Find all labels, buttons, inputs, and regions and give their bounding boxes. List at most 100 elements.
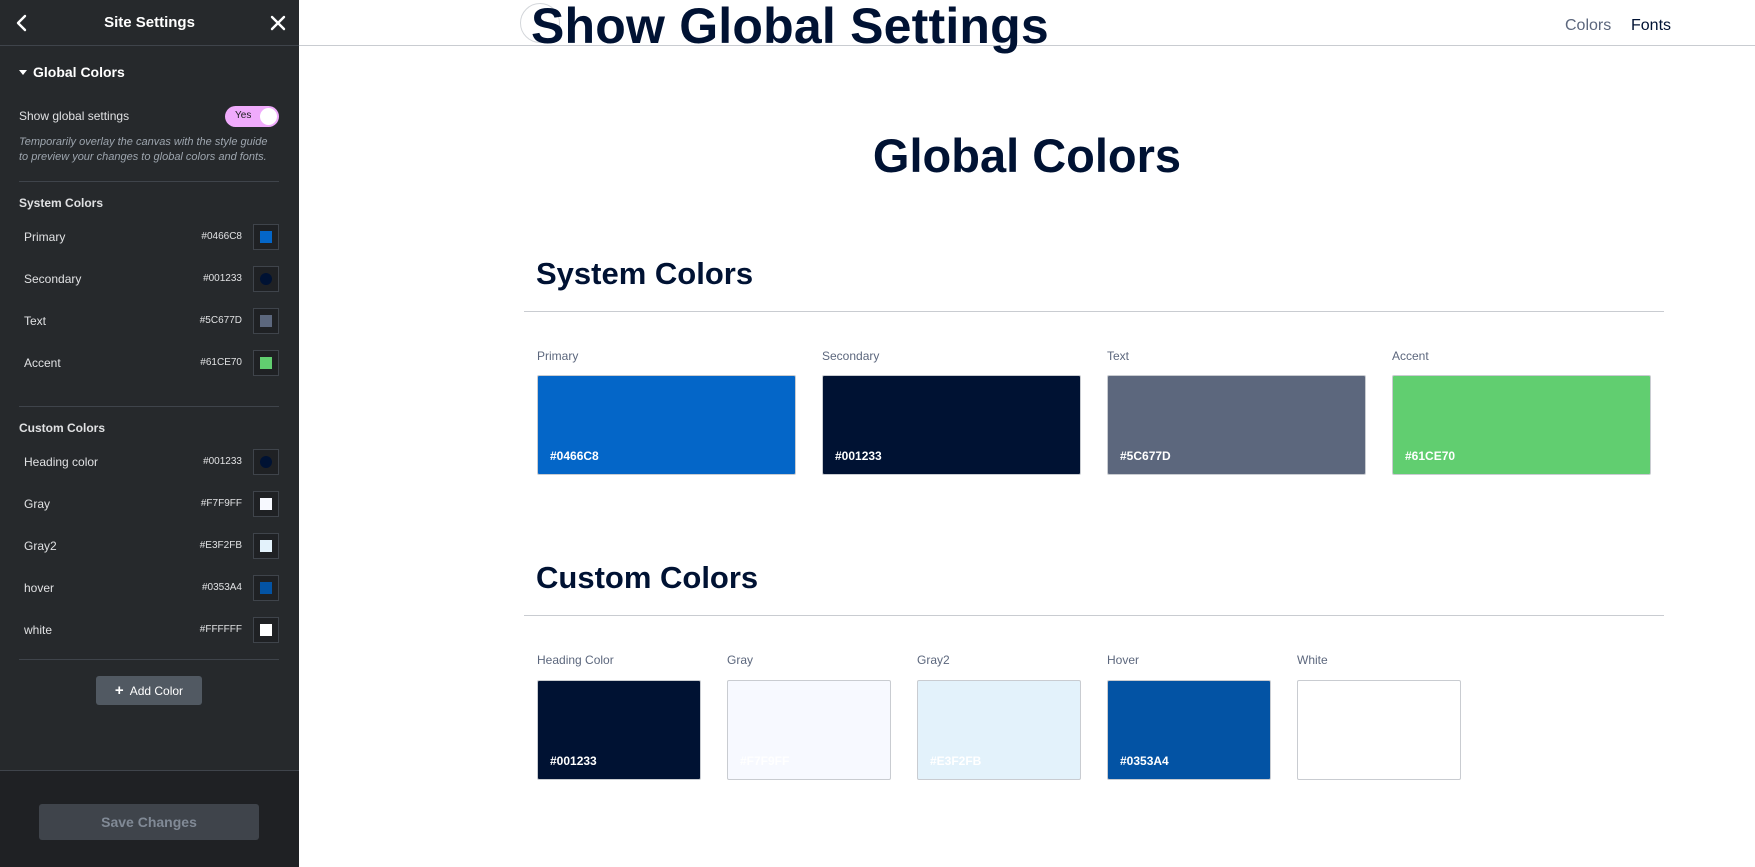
system-color-row[interactable]: Secondary #001233: [19, 264, 279, 294]
color-swatch: [260, 456, 272, 468]
color-card: #0466C8: [537, 375, 796, 475]
color-name: Accent: [24, 356, 61, 370]
color-card-hex: #F7F9FF: [740, 754, 790, 768]
divider: [524, 311, 1664, 312]
color-hex: #61CE70: [200, 357, 242, 368]
style-guide-header: Show Global Settings Colors Fonts: [299, 0, 1755, 54]
color-card-label: Text: [1107, 349, 1130, 363]
color-picker-button[interactable]: [253, 533, 279, 559]
plus-icon: +: [114, 682, 124, 699]
color-card-hex: #001233: [550, 754, 597, 768]
color-name: Text: [24, 314, 47, 328]
color-picker-button[interactable]: [253, 266, 279, 292]
color-card: #001233: [537, 680, 701, 780]
close-icon[interactable]: [268, 13, 288, 33]
color-name: white: [24, 623, 53, 637]
color-hex: #0466C8: [201, 231, 242, 242]
color-card: #E3F2FB: [917, 680, 1081, 780]
color-name: Secondary: [24, 272, 82, 286]
divider: [19, 659, 279, 660]
color-card-label: Accent: [1392, 349, 1429, 363]
site-settings-panel: Site Settings Global Colors Show global …: [0, 0, 299, 867]
switch-knob: [260, 108, 277, 125]
color-hex: #E3F2FB: [199, 540, 242, 551]
system-colors-title: System Colors: [19, 196, 104, 210]
color-swatch: [260, 498, 272, 510]
preview-canvas: Show Global Settings Colors Fonts Global…: [299, 0, 1755, 867]
switch-state-label: Yes: [235, 110, 252, 121]
color-hex: #F7F9FF: [200, 498, 242, 509]
custom-color-row[interactable]: Gray #F7F9FF: [19, 489, 279, 519]
color-name: Gray2: [24, 539, 57, 553]
custom-colors-title: Custom Colors: [19, 421, 106, 435]
color-card-hex: #5C677D: [1120, 449, 1171, 463]
color-card-hex: #61CE70: [1405, 449, 1456, 463]
add-color-label: Add Color: [129, 683, 184, 698]
custom-color-row[interactable]: Heading color #001233: [19, 447, 279, 477]
color-card-hex: #0466C8: [550, 449, 599, 463]
section-title: Global Colors: [33, 64, 125, 80]
color-swatch: [260, 231, 272, 243]
color-card: #F7F9FF: [727, 680, 891, 780]
custom-colors-heading: Custom Colors: [536, 560, 759, 595]
caret-down-icon: [19, 69, 27, 75]
system-color-row[interactable]: Primary #0466C8: [19, 222, 279, 252]
page-title: Show Global Settings: [531, 0, 1049, 54]
color-hex: #5C677D: [199, 315, 242, 326]
help-text: Temporarily overlay the canvas with the …: [19, 136, 268, 163]
color-card-label: Primary: [537, 349, 579, 363]
color-hex: #FFFFFF: [199, 624, 242, 635]
nav-colors-link[interactable]: Colors: [1565, 17, 1611, 35]
color-picker-button[interactable]: [253, 449, 279, 475]
color-card-label: White: [1297, 653, 1328, 667]
color-picker-button[interactable]: [253, 350, 279, 376]
add-color-button[interactable]: + Add Color: [96, 676, 202, 705]
color-card-hex: #FFFFFF: [1310, 754, 1361, 768]
color-picker-button[interactable]: [253, 617, 279, 643]
system-colors-heading: System Colors: [536, 256, 754, 291]
show-global-settings-switch[interactable]: Yes: [225, 106, 279, 127]
color-card-label: Hover: [1107, 653, 1140, 667]
color-swatch: [260, 315, 272, 327]
color-name: Heading color: [24, 455, 99, 469]
color-card: #001233: [822, 375, 1081, 475]
color-picker-button[interactable]: [253, 491, 279, 517]
custom-color-row[interactable]: hover #0353A4: [19, 573, 279, 603]
color-name: hover: [24, 581, 55, 595]
color-hex: #001233: [203, 273, 242, 284]
color-swatch: [260, 273, 272, 285]
color-card: #FFFFFF: [1297, 680, 1461, 780]
color-picker-button[interactable]: [253, 224, 279, 250]
color-picker-button[interactable]: [253, 308, 279, 334]
color-picker-button[interactable]: [253, 575, 279, 601]
color-hex: #0353A4: [201, 582, 242, 593]
color-swatch: [260, 582, 272, 594]
system-color-row[interactable]: Text #5C677D: [19, 306, 279, 336]
divider: [19, 181, 279, 182]
divider: [524, 615, 1664, 616]
color-card-label: Gray: [727, 653, 754, 667]
panel-header: Site Settings: [0, 0, 299, 46]
custom-color-row[interactable]: Gray2 #E3F2FB: [19, 531, 279, 561]
save-changes-button[interactable]: Save Changes: [39, 804, 259, 840]
color-card-hex: #0353A4: [1120, 754, 1169, 768]
divider: [19, 406, 279, 407]
global-colors-section-toggle[interactable]: Global Colors: [19, 64, 125, 80]
color-card-label: Secondary: [822, 349, 880, 363]
color-name: Gray: [24, 497, 51, 511]
color-card-label: Gray2: [917, 653, 950, 667]
color-card: #0353A4: [1107, 680, 1271, 780]
custom-color-row[interactable]: white #FFFFFF: [19, 615, 279, 645]
system-color-row[interactable]: Accent #61CE70: [19, 348, 279, 378]
color-card-label: Heading Color: [537, 653, 614, 667]
panel-title: Site Settings: [104, 14, 195, 31]
color-name: Primary: [24, 230, 66, 244]
panel-footer: Save Changes: [0, 770, 299, 867]
color-card-hex: #E3F2FB: [930, 754, 982, 768]
global-colors-heading: Global Colors: [872, 129, 1182, 182]
nav-fonts-link[interactable]: Fonts: [1631, 17, 1671, 35]
show-global-settings-label: Show global settings: [19, 109, 130, 123]
color-hex: #001233: [203, 456, 242, 467]
color-swatch: [260, 357, 272, 369]
color-card-hex: #001233: [835, 449, 882, 463]
